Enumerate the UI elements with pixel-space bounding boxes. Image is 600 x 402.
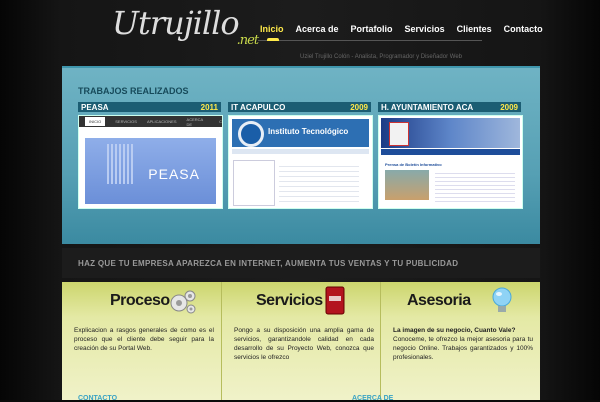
thumbnail-tab: C xyxy=(219,119,222,124)
thumbnail-photo xyxy=(385,170,429,200)
lightbulb-icon xyxy=(492,287,512,312)
nav-servicios[interactable]: Servicios xyxy=(403,24,447,34)
thumbnail-tab: ACERCA DE xyxy=(186,116,203,127)
nav-acerca-de[interactable]: Acerca de xyxy=(294,24,341,34)
card-header: H. AYUNTAMIENTO ACA 2009 xyxy=(378,102,521,112)
feature-title[interactable]: Proceso xyxy=(110,292,170,310)
card-thumbnail[interactable]: Instituto Tecnológico xyxy=(228,115,373,209)
features-section: Proceso Explicacion a rasgos generales d… xyxy=(62,282,540,400)
nav-divider xyxy=(258,40,482,41)
feature-title[interactable]: Servicios xyxy=(256,292,323,310)
portfolio-book-icon xyxy=(325,286,345,315)
institute-seal-icon xyxy=(238,121,264,147)
footer-contacto[interactable]: CONTACTO xyxy=(78,395,117,402)
nav-active-indicator xyxy=(267,38,279,41)
card-thumbnail[interactable]: INICIO SERVICIOS APLICACIONES ACERCA DE … xyxy=(78,115,223,209)
nav-portafolio[interactable]: Portafolio xyxy=(349,24,395,34)
thumbnail-banner xyxy=(381,118,520,148)
thumbnail-content xyxy=(435,170,515,202)
card-header: PEASA 2011 xyxy=(78,102,221,112)
header: Utrujillo.net Inicio Acerca de Portafoli… xyxy=(0,0,600,62)
city-seal-icon xyxy=(389,122,409,146)
nav-contacto[interactable]: Contacto xyxy=(502,24,545,34)
card-name: IT ACAPULCO xyxy=(231,103,286,112)
portfolio-card-peasa[interactable]: PEASA 2011 INICIO SERVICIOS APLICACIONES… xyxy=(78,102,223,209)
thumbnail-banner: Instituto Tecnológico xyxy=(232,119,369,147)
thumbnail-tab: APLICACIONES xyxy=(146,119,177,124)
footer-acerca-de[interactable]: ACERCA DE xyxy=(352,395,393,402)
gears-icon xyxy=(170,290,196,314)
feature-description: Explicacion a rasgos generales de como e… xyxy=(74,327,214,352)
thumbnail-tab: SERVICIOS xyxy=(115,119,137,124)
feature-highlight: La imagen de su negocio, Cuanto Vale? xyxy=(393,327,516,334)
thumbnail-hero: PEASA xyxy=(85,138,216,204)
card-year: 2009 xyxy=(350,103,368,112)
thumbnail-content xyxy=(279,162,359,202)
logo-text: Utrujillo xyxy=(112,4,240,42)
portfolio-card-ayuntamiento[interactable]: H. AYUNTAMIENTO ACA 2009 Prensa de Bolet… xyxy=(378,102,523,209)
thumbnail-menu xyxy=(232,149,369,154)
thumbnail-menu: INICIO SERVICIOS APLICACIONES ACERCA DE … xyxy=(79,116,222,127)
logo-suffix: .net xyxy=(236,33,259,48)
thumbnail-brand: PEASA xyxy=(148,166,200,182)
promo-banner: HAZ QUE TU EMPRESA APAREZCA EN INTERNET,… xyxy=(62,248,540,278)
card-thumbnail[interactable]: Prensa de Boletín Informativo xyxy=(378,115,523,209)
portfolio-title: TRABAJOS REALIZADOS xyxy=(78,86,189,96)
portfolio-section: TRABAJOS REALIZADOS PEASA 2011 INICIO SE… xyxy=(62,66,540,244)
feature-description: Pongo a su disposición una amplia gama d… xyxy=(234,327,374,361)
portfolio-card-it-acapulco[interactable]: IT ACAPULCO 2009 Instituto Tecnológico xyxy=(228,102,373,209)
nav-clientes[interactable]: Clientes xyxy=(455,24,494,34)
card-name: H. AYUNTAMIENTO ACA xyxy=(381,103,474,112)
feature-body: Conoceme, te ofrezco la mejor asesoria p… xyxy=(393,336,533,361)
thumbnail-title: Instituto Tecnológico xyxy=(268,127,349,136)
feature-description: La imagen de su negocio, Cuanto Vale? Co… xyxy=(393,326,533,362)
card-year: 2009 xyxy=(500,103,518,112)
card-year: 2011 xyxy=(200,103,218,112)
promo-text: HAZ QUE TU EMPRESA APAREZCA EN INTERNET,… xyxy=(78,259,459,268)
site-logo[interactable]: Utrujillo.net xyxy=(112,4,259,48)
page: Utrujillo.net Inicio Acerca de Portafoli… xyxy=(0,0,600,402)
feature-proceso: Proceso Explicacion a rasgos generales d… xyxy=(62,282,221,400)
thumbnail-heading: Prensa de Boletín Informativo xyxy=(385,162,442,167)
thumbnail-tab: INICIO xyxy=(85,117,106,126)
card-name: PEASA xyxy=(81,103,109,112)
main-nav: Inicio Acerca de Portafolio Servicios Cl… xyxy=(258,24,545,34)
building-graphic-icon xyxy=(107,144,135,184)
nav-inicio[interactable]: Inicio xyxy=(258,24,286,34)
thumbnail-menu xyxy=(381,149,520,155)
tagline: Uziel Trujillo Colón - Analista, Program… xyxy=(300,54,462,60)
feature-title[interactable]: Asesoria xyxy=(407,292,471,310)
thumbnail-sidebar xyxy=(233,160,275,206)
feature-servicios: Servicios Pongo a su disposición una amp… xyxy=(221,282,381,400)
feature-asesoria: Asesoria La imagen de su negocio, Cuanto… xyxy=(380,282,540,400)
card-header: IT ACAPULCO 2009 xyxy=(228,102,371,112)
